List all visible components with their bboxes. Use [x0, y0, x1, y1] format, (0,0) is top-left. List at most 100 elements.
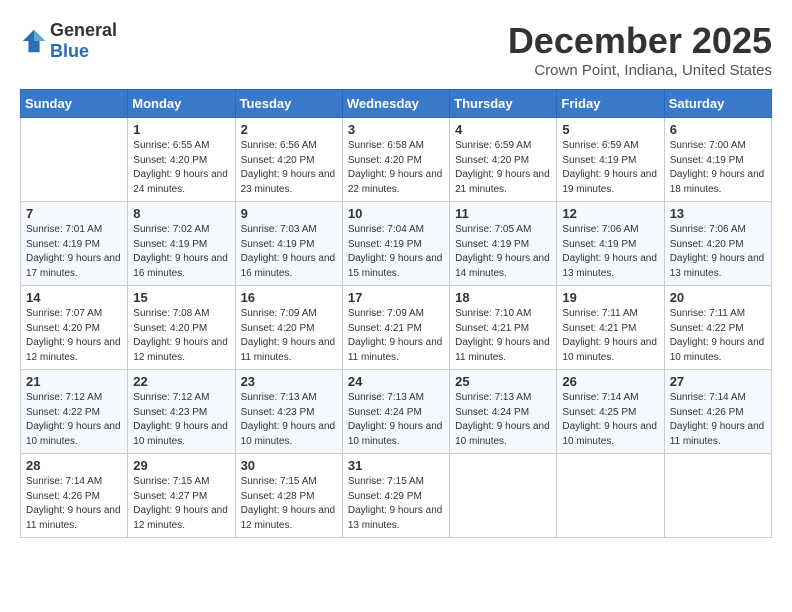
day-number: 19: [562, 290, 658, 305]
calendar-week-4: 21 Sunrise: 7:12 AMSunset: 4:22 PMDayligh…: [21, 370, 772, 454]
calendar-cell: 1Sunrise: 6:55 AMSunset: 4:20 PMDaylight…: [128, 118, 235, 202]
day-info: Sunrise: 7:15 AMSunset: 4:29 PMDaylight:…: [348, 475, 444, 533]
day-number: 15: [133, 290, 229, 305]
day-number: 20: [670, 290, 766, 305]
weekday-header-wednesday: Wednesday: [342, 90, 449, 118]
calendar-cell: 7 Sunrise: 7:01 AMSunset: 4:19 PMDaylight…: [21, 202, 128, 286]
day-info: Sunrise: 7:08 AMSunset: 4:20 PMDaylight:…: [133, 307, 229, 365]
calendar-cell: 4 Sunrise: 6:59 AMSunset: 4:20 PMDaylight…: [450, 118, 557, 202]
day-number: 31: [348, 458, 444, 473]
calendar-cell: 23 Sunrise: 7:13 AMSunset: 4:23 PMDayligh…: [235, 370, 342, 454]
day-info: Sunrise: 7:06 AMSunset: 4:19 PMDaylight:…: [562, 223, 658, 281]
day-info: Sunrise: 7:12 AMSunset: 4:23 PMDaylight:…: [133, 391, 229, 449]
calendar-cell: 5Sunrise: 6:59 AMSunset: 4:19 PMDaylight…: [557, 118, 664, 202]
day-number: 9: [241, 206, 337, 221]
calendar-cell: 10 Sunrise: 7:04 AMSunset: 4:19 PMDayligh…: [342, 202, 449, 286]
weekday-header-thursday: Thursday: [450, 90, 557, 118]
weekday-header-tuesday: Tuesday: [235, 90, 342, 118]
page-header: General Blue December 2025 Crown Point, …: [20, 20, 772, 79]
day-number: 10: [348, 206, 444, 221]
calendar-cell: [664, 454, 771, 538]
calendar-cell: 25 Sunrise: 7:13 AMSunset: 4:24 PMDayligh…: [450, 370, 557, 454]
day-info: Sunrise: 7:01 AMSunset: 4:19 PMDaylight:…: [26, 223, 122, 281]
day-number: 22: [133, 374, 229, 389]
day-info: Sunrise: 7:15 AMSunset: 4:27 PMDaylight:…: [133, 475, 229, 533]
calendar-cell: 30Sunrise: 7:15 AMSunset: 4:28 PMDayligh…: [235, 454, 342, 538]
calendar-cell: 29 Sunrise: 7:15 AMSunset: 4:27 PMDayligh…: [128, 454, 235, 538]
day-info: Sunrise: 7:04 AMSunset: 4:19 PMDaylight:…: [348, 223, 444, 281]
day-number: 14: [26, 290, 122, 305]
month-title: December 2025: [508, 20, 772, 62]
day-info: Sunrise: 7:14 AMSunset: 4:26 PMDaylight:…: [670, 391, 766, 449]
day-info: Sunrise: 7:03 AMSunset: 4:19 PMDaylight:…: [241, 223, 337, 281]
day-info: Sunrise: 6:55 AMSunset: 4:20 PMDaylight:…: [133, 139, 229, 197]
calendar-cell: 15 Sunrise: 7:08 AMSunset: 4:20 PMDayligh…: [128, 286, 235, 370]
weekday-header-row: SundayMondayTuesdayWednesdayThursdayFrid…: [21, 90, 772, 118]
weekday-header-friday: Friday: [557, 90, 664, 118]
calendar-cell: 11 Sunrise: 7:05 AMSunset: 4:19 PMDayligh…: [450, 202, 557, 286]
title-block: December 2025 Crown Point, Indiana, Unit…: [508, 20, 772, 79]
day-number: 4: [455, 122, 551, 137]
day-info: Sunrise: 7:13 AMSunset: 4:24 PMDaylight:…: [455, 391, 551, 449]
calendar-cell: 26 Sunrise: 7:14 AMSunset: 4:25 PMDayligh…: [557, 370, 664, 454]
day-number: 2: [241, 122, 337, 137]
day-number: 7: [26, 206, 122, 221]
calendar-cell: [21, 118, 128, 202]
day-number: 27: [670, 374, 766, 389]
day-info: Sunrise: 7:14 AMSunset: 4:25 PMDaylight:…: [562, 391, 658, 449]
calendar-cell: 8Sunrise: 7:02 AMSunset: 4:19 PMDaylight…: [128, 202, 235, 286]
calendar-cell: 28 Sunrise: 7:14 AMSunset: 4:26 PMDayligh…: [21, 454, 128, 538]
day-info: Sunrise: 7:11 AMSunset: 4:22 PMDaylight:…: [670, 307, 766, 365]
calendar-cell: 31 Sunrise: 7:15 AMSunset: 4:29 PMDayligh…: [342, 454, 449, 538]
logo-blue-text: Blue: [50, 41, 89, 61]
day-info: Sunrise: 7:09 AMSunset: 4:20 PMDaylight:…: [241, 307, 337, 365]
day-number: 25: [455, 374, 551, 389]
calendar-cell: 13 Sunrise: 7:06 AMSunset: 4:20 PMDayligh…: [664, 202, 771, 286]
logo-icon: [20, 27, 48, 55]
calendar-cell: 27 Sunrise: 7:14 AMSunset: 4:26 PMDayligh…: [664, 370, 771, 454]
day-info: Sunrise: 6:58 AMSunset: 4:20 PMDaylight:…: [348, 139, 444, 197]
day-info: Sunrise: 7:12 AMSunset: 4:22 PMDaylight:…: [26, 391, 122, 449]
day-info: Sunrise: 7:00 AMSunset: 4:19 PMDaylight:…: [670, 139, 766, 197]
day-info: Sunrise: 6:59 AMSunset: 4:20 PMDaylight:…: [455, 139, 551, 197]
day-number: 11: [455, 206, 551, 221]
calendar-cell: 21 Sunrise: 7:12 AMSunset: 4:22 PMDayligh…: [21, 370, 128, 454]
day-number: 16: [241, 290, 337, 305]
day-info: Sunrise: 7:13 AMSunset: 4:23 PMDaylight:…: [241, 391, 337, 449]
day-number: 23: [241, 374, 337, 389]
day-info: Sunrise: 7:06 AMSunset: 4:20 PMDaylight:…: [670, 223, 766, 281]
calendar-cell: 16 Sunrise: 7:09 AMSunset: 4:20 PMDayligh…: [235, 286, 342, 370]
day-number: 29: [133, 458, 229, 473]
logo-general-text: General: [50, 20, 117, 40]
calendar-cell: 17 Sunrise: 7:09 AMSunset: 4:21 PMDayligh…: [342, 286, 449, 370]
calendar-week-2: 7 Sunrise: 7:01 AMSunset: 4:19 PMDaylight…: [21, 202, 772, 286]
day-number: 26: [562, 374, 658, 389]
day-number: 5: [562, 122, 658, 137]
day-info: Sunrise: 7:15 AMSunset: 4:28 PMDaylight:…: [241, 475, 337, 533]
logo: General Blue: [20, 20, 117, 62]
calendar-cell: 24 Sunrise: 7:13 AMSunset: 4:24 PMDayligh…: [342, 370, 449, 454]
calendar-cell: [450, 454, 557, 538]
calendar-cell: 9 Sunrise: 7:03 AMSunset: 4:19 PMDaylight…: [235, 202, 342, 286]
day-number: 13: [670, 206, 766, 221]
calendar-cell: 14Sunrise: 7:07 AMSunset: 4:20 PMDayligh…: [21, 286, 128, 370]
day-info: Sunrise: 6:56 AMSunset: 4:20 PMDaylight:…: [241, 139, 337, 197]
calendar-cell: 20 Sunrise: 7:11 AMSunset: 4:22 PMDayligh…: [664, 286, 771, 370]
day-number: 24: [348, 374, 444, 389]
calendar-cell: 12Sunrise: 7:06 AMSunset: 4:19 PMDayligh…: [557, 202, 664, 286]
day-info: Sunrise: 7:05 AMSunset: 4:19 PMDaylight:…: [455, 223, 551, 281]
calendar-cell: 6 Sunrise: 7:00 AMSunset: 4:19 PMDaylight…: [664, 118, 771, 202]
day-number: 17: [348, 290, 444, 305]
day-info: Sunrise: 7:13 AMSunset: 4:24 PMDaylight:…: [348, 391, 444, 449]
day-number: 6: [670, 122, 766, 137]
calendar-table: SundayMondayTuesdayWednesdayThursdayFrid…: [20, 89, 772, 538]
calendar-cell: 18Sunrise: 7:10 AMSunset: 4:21 PMDayligh…: [450, 286, 557, 370]
day-info: Sunrise: 7:14 AMSunset: 4:26 PMDaylight:…: [26, 475, 122, 533]
calendar-cell: 22 Sunrise: 7:12 AMSunset: 4:23 PMDayligh…: [128, 370, 235, 454]
weekday-header-sunday: Sunday: [21, 90, 128, 118]
day-info: Sunrise: 7:09 AMSunset: 4:21 PMDaylight:…: [348, 307, 444, 365]
calendar-cell: 2 Sunrise: 6:56 AMSunset: 4:20 PMDaylight…: [235, 118, 342, 202]
weekday-header-monday: Monday: [128, 90, 235, 118]
day-number: 21: [26, 374, 122, 389]
day-number: 28: [26, 458, 122, 473]
